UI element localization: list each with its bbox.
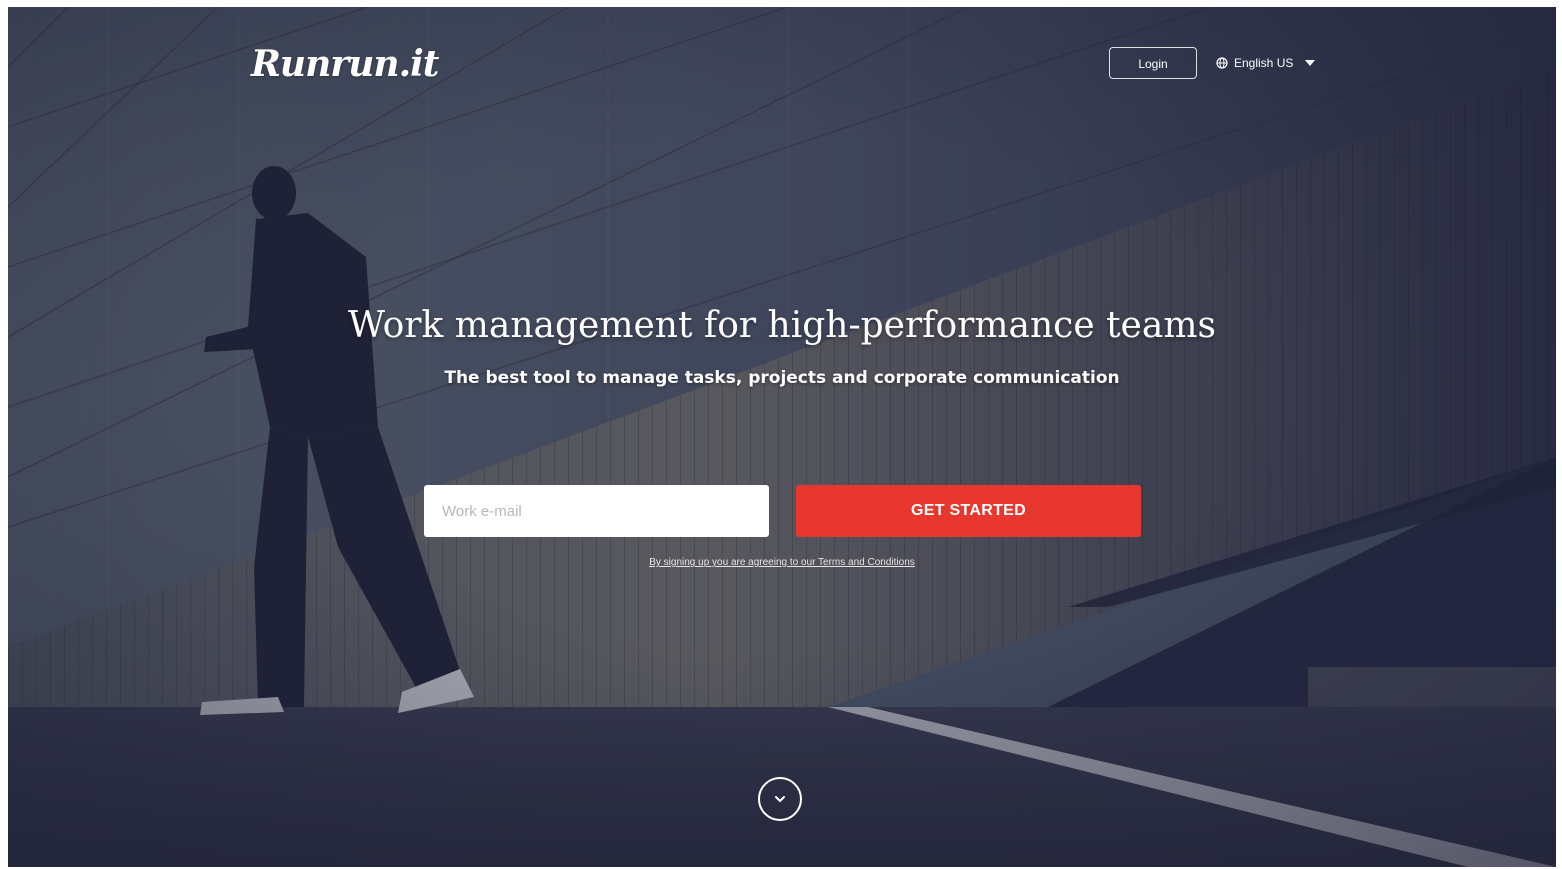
get-started-button[interactable]: GET STARTED bbox=[796, 485, 1141, 537]
language-selector[interactable]: English US bbox=[1216, 56, 1316, 70]
chevron-down-icon bbox=[775, 796, 785, 802]
globe-icon bbox=[1216, 57, 1228, 69]
hero-subtitle: The best tool to manage tasks, projects … bbox=[444, 368, 1120, 388]
hero-background-image bbox=[8, 7, 1556, 867]
hero-title: Work management for high-performance tea… bbox=[348, 305, 1216, 346]
terms-link[interactable]: By signing up you are agreeing to our Te… bbox=[8, 557, 1556, 568]
work-email-input[interactable] bbox=[424, 485, 769, 537]
scroll-down-button[interactable] bbox=[758, 777, 802, 821]
brand-logo[interactable]: Runrun.it bbox=[251, 43, 439, 85]
login-button[interactable]: Login bbox=[1109, 47, 1197, 79]
caret-down-icon bbox=[1305, 60, 1316, 66]
landing-page: Runrun.it Login English US Work manageme… bbox=[8, 7, 1556, 867]
language-label: English US bbox=[1234, 56, 1294, 70]
